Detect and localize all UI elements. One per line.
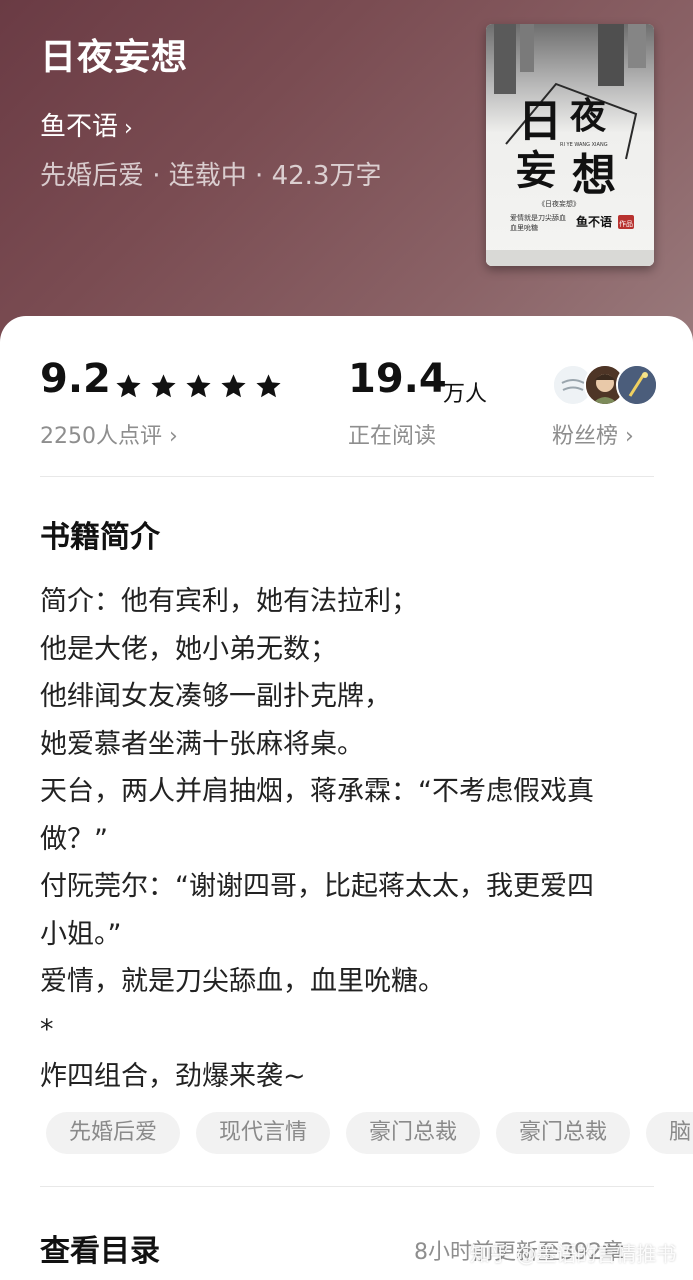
divider xyxy=(40,1186,654,1187)
book-detail-page: 日夜妄想 鱼不语 › 先婚后爱 · 连载中 · 42.3万字 日 夜 妄 想 R… xyxy=(0,0,693,1280)
author-link[interactable]: 鱼不语 › xyxy=(40,106,133,143)
intro-line: 炸四组合，劲爆来袭~ xyxy=(40,1061,306,1092)
avatar xyxy=(616,364,658,406)
star-icon xyxy=(221,374,246,398)
book-info-card: 9.2 2250人点评 › 19.4 万人 正在阅读 粉丝榜 › 书籍简介 简介… xyxy=(0,316,693,1280)
star-icon xyxy=(186,374,211,398)
tag-list: 先婚后爱 现代言情 豪门总裁 豪门总裁 脑 xyxy=(46,1112,693,1154)
tag-chip[interactable]: 豪门总裁 xyxy=(496,1112,631,1154)
tag-chip[interactable]: 先婚后爱 xyxy=(46,1112,181,1154)
intro-line: 她爱慕者坐满十张麻将桌。 xyxy=(40,728,364,760)
intro-title: 书籍简介 xyxy=(40,520,160,555)
readers-unit: 万人 xyxy=(443,382,488,407)
cover-author: 鱼不语 xyxy=(576,214,612,229)
book-meta: 先婚后爱 · 连载中 · 42.3万字 xyxy=(40,161,382,191)
star-icon xyxy=(116,374,141,398)
cover-art: 日 夜 妄 想 RI YE WANG XIANG 《日夜妄想》 爱情就是刀尖舔血… xyxy=(486,24,654,266)
cover-tagline-1: 爱情就是刀尖舔血 xyxy=(510,213,566,222)
intro-line: 付阮莞尔：“谢谢四哥，比起蒋太太，我更爱四 xyxy=(40,871,594,902)
rating-score: 9.2 xyxy=(40,356,111,402)
star-icon xyxy=(151,374,176,398)
star-icon xyxy=(256,374,281,398)
intro-line: 他绯闻女友凑够一副扑克牌， xyxy=(40,681,391,712)
tag-chip[interactable]: 豪门总裁 xyxy=(346,1112,481,1154)
intro-line: 小姐。” xyxy=(40,918,122,950)
cover-char-1: 日 xyxy=(518,96,562,147)
tag-chip[interactable]: 现代言情 xyxy=(196,1112,331,1154)
cover-tagline-2: 血里吮糖 xyxy=(510,223,538,232)
readers-label: 正在阅读 xyxy=(348,424,437,449)
cover-pinyin: RI YE WANG XIANG xyxy=(560,142,608,148)
intro-line: 做？” xyxy=(40,823,108,855)
cover-subtitle: 《日夜妄想》 xyxy=(538,199,580,208)
intro-line: 爱情，就是刀尖舔血，血里吮糖。 xyxy=(40,966,445,997)
watermark: 知乎 @墨语的言情推书 xyxy=(470,1242,677,1266)
book-cover[interactable]: 日 夜 妄 想 RI YE WANG XIANG 《日夜妄想》 爱情就是刀尖舔血… xyxy=(486,24,654,266)
book-title: 日夜妄想 xyxy=(40,37,189,78)
intro-line: 天台，两人并肩抽烟，蒋承霖：“不考虑假戏真 xyxy=(40,776,594,807)
book-header: 日夜妄想 鱼不语 › 先婚后爱 · 连载中 · 42.3万字 日 夜 妄 想 R… xyxy=(0,0,693,360)
chevron-right-icon: › xyxy=(124,116,133,141)
intro-line: 他是大佬，她小弟无数； xyxy=(40,633,337,665)
fan-avatars[interactable] xyxy=(552,364,658,406)
cover-seal: 作品 xyxy=(619,219,633,228)
intro-text: 简介：他有宾利，她有法拉利； 他是大佬，她小弟无数； 他绯闻女友凑够一副扑克牌，… xyxy=(40,578,660,1101)
cover-char-4: 想 xyxy=(572,150,616,201)
rating-stars xyxy=(114,372,283,401)
intro-line: * xyxy=(40,1013,54,1045)
intro-line: 简介：他有宾利，她有法拉利； xyxy=(40,586,418,617)
tag-chip[interactable]: 脑 xyxy=(646,1112,693,1154)
cover-char-3: 妄 xyxy=(516,147,556,194)
author-name: 鱼不语 xyxy=(40,112,119,142)
divider xyxy=(40,476,654,477)
reviews-link[interactable]: 2250人点评 › xyxy=(40,418,178,450)
toc-title[interactable]: 查看目录 xyxy=(40,1226,160,1270)
cover-char-2: 夜 xyxy=(569,95,607,137)
fans-ranking-link[interactable]: 粉丝榜 › xyxy=(552,418,634,450)
readers-count: 19.4 xyxy=(348,356,447,402)
